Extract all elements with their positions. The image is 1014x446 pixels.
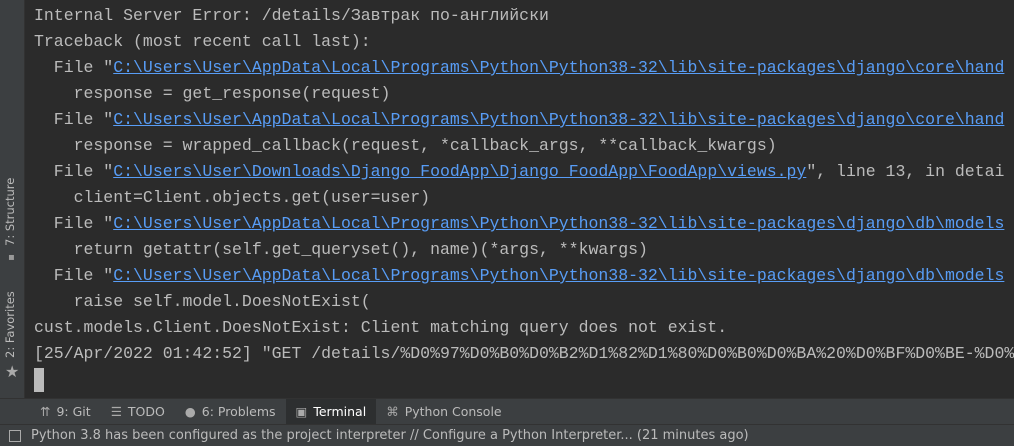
tool-tab-label: 9: Git bbox=[56, 404, 91, 419]
file-path-link[interactable]: C:\Users\User\AppData\Local\Programs\Pyt… bbox=[113, 266, 1004, 285]
tool-tab-todo[interactable]: ☰ TODO bbox=[101, 399, 175, 425]
line-text: Traceback (most recent call last): bbox=[34, 32, 371, 51]
tool-tab-git[interactable]: ⇈ 9: Git bbox=[30, 399, 101, 425]
line-text: client=Client.objects.get(user=user) bbox=[34, 188, 431, 207]
line-text: File " bbox=[34, 266, 114, 285]
tool-tab-pythonconsole[interactable]: ⌘ Python Console bbox=[376, 399, 511, 425]
status-toggle-icon[interactable] bbox=[9, 429, 21, 442]
line-text: response = get_response(request) bbox=[34, 84, 391, 103]
line-text: File " bbox=[34, 110, 114, 129]
structure-icon: ▪ bbox=[8, 252, 15, 263]
terminal-line: raise self.model.DoesNotExist( bbox=[34, 289, 371, 315]
terminal-line: Traceback (most recent call last): bbox=[34, 29, 371, 55]
status-bar: Python 3.8 has been configured as the pr… bbox=[0, 424, 1014, 446]
file-path-link[interactable]: C:\Users\User\AppData\Local\Programs\Pyt… bbox=[113, 58, 1004, 77]
tool-window-bar: ⇈ 9: Git ☰ TODO ● 6: Problems ▣ Terminal ⌘ Python… bbox=[0, 398, 1014, 425]
terminal-line: File "C:\Users\User\Downloads\Django_Foo… bbox=[34, 159, 1005, 185]
line-text: cust.models.Client.DoesNotExist: Client … bbox=[34, 318, 728, 337]
terminal-line: response = get_response(request) bbox=[34, 81, 391, 107]
terminal-line: response = wrapped_callback(request, *ca… bbox=[34, 133, 777, 159]
terminal-line: client=Client.objects.get(user=user) bbox=[34, 185, 430, 211]
line-text: File " bbox=[34, 214, 114, 233]
structure-tab[interactable]: 7: Structure bbox=[3, 178, 17, 246]
terminal-line: File "C:\Users\User\AppData\Local\Progra… bbox=[34, 107, 1005, 133]
line-text: response = wrapped_callback(request, *ca… bbox=[34, 136, 777, 155]
line-text: File " bbox=[34, 58, 114, 77]
terminal-line: File "C:\Users\User\AppData\Local\Progra… bbox=[34, 55, 1005, 81]
left-tool-strip: 7: Structure ▪ 2: Favorites ★ bbox=[0, 0, 25, 398]
line-text: return getattr(self.get_queryset(), name… bbox=[34, 240, 648, 259]
tool-tab-terminal[interactable]: ▣ Terminal bbox=[285, 398, 377, 425]
line-suffix: ", line 13, in detai bbox=[806, 162, 1005, 181]
favorites-tab[interactable]: 2: Favorites bbox=[3, 291, 17, 358]
file-path-link[interactable]: C:\Users\User\Downloads\Django_FoodApp\D… bbox=[113, 162, 806, 181]
python-icon: ⌘ bbox=[386, 404, 399, 419]
terminal-line: Internal Server Error: /details/Завтрак … bbox=[34, 3, 549, 29]
tool-tab-label: Terminal bbox=[313, 404, 367, 419]
terminal-output[interactable]: Internal Server Error: /details/Завтрак … bbox=[26, 0, 1014, 398]
tool-tab-label: TODO bbox=[127, 404, 165, 419]
terminal-line: cust.models.Client.DoesNotExist: Client … bbox=[34, 315, 727, 341]
tool-tab-label: 6: Problems bbox=[201, 404, 276, 419]
problems-icon: ● bbox=[184, 404, 196, 419]
terminal-line: [25/Apr/2022 01:42:52] "GET /details/%D0… bbox=[34, 341, 1014, 367]
terminal-icon: ▣ bbox=[295, 404, 308, 419]
text-cursor bbox=[34, 368, 44, 392]
terminal-line: return getattr(self.get_queryset(), name… bbox=[34, 237, 648, 263]
list-icon: ☰ bbox=[110, 404, 122, 419]
file-path-link[interactable]: C:\Users\User\AppData\Local\Programs\Pyt… bbox=[113, 110, 1004, 129]
terminal-line: File "C:\Users\User\AppData\Local\Progra… bbox=[34, 211, 1005, 237]
git-icon: ⇈ bbox=[40, 404, 51, 419]
tool-tab-label: Python Console bbox=[404, 404, 502, 419]
line-text: [25/Apr/2022 01:42:52] "GET /details/%D0… bbox=[34, 344, 1014, 363]
star-icon: ★ bbox=[5, 362, 20, 381]
line-text: Internal Server Error: /details/Завтрак … bbox=[34, 6, 549, 25]
file-path-link[interactable]: C:\Users\User\AppData\Local\Programs\Pyt… bbox=[113, 214, 1004, 233]
line-text: raise self.model.DoesNotExist( bbox=[34, 292, 371, 311]
tool-tab-problems[interactable]: ● 6: Problems bbox=[175, 399, 286, 425]
terminal-line: File "C:\Users\User\AppData\Local\Progra… bbox=[34, 263, 1005, 289]
line-text: File " bbox=[34, 162, 114, 181]
status-message[interactable]: Python 3.8 has been configured as the pr… bbox=[31, 428, 749, 443]
